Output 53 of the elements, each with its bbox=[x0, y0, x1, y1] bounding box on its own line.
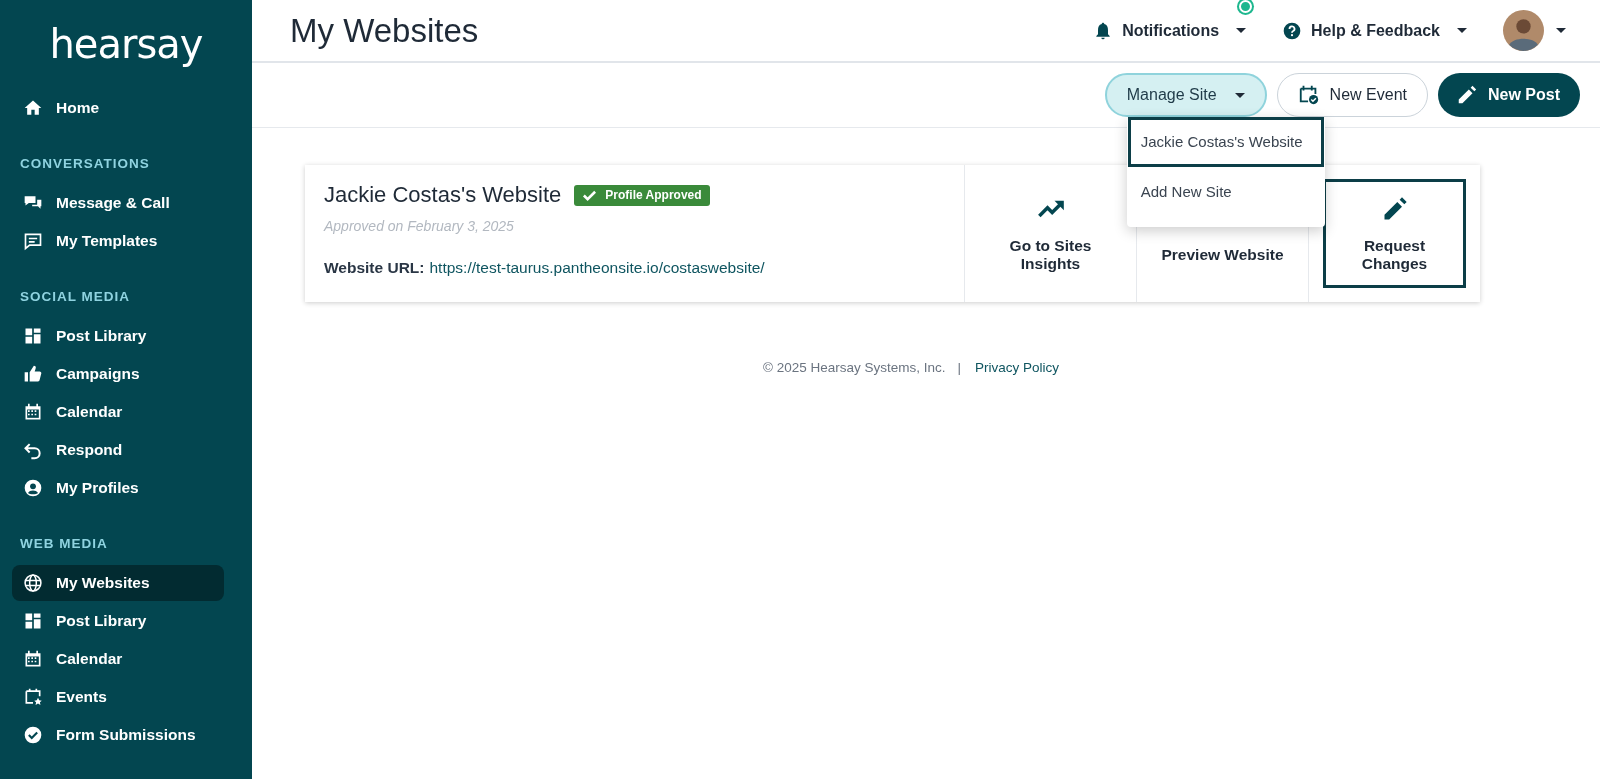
website-name: Jackie Costas's Website bbox=[324, 182, 562, 208]
help-icon bbox=[1282, 20, 1303, 41]
globe-icon bbox=[23, 573, 43, 593]
section-heading: WEB MEDIA bbox=[20, 536, 109, 551]
sidebar-item[interactable]: Home bbox=[12, 90, 224, 126]
calendar-check-icon bbox=[1297, 84, 1320, 106]
calendar-icon bbox=[23, 649, 43, 669]
sidebar-item[interactable]: Post Library bbox=[12, 603, 224, 639]
sidebar-item[interactable]: My Profiles bbox=[12, 470, 224, 506]
website-url-link[interactable]: https://test-taurus.pantheonsite.io/costaswebsite/ bbox=[429, 259, 765, 277]
thumb-icon bbox=[23, 364, 43, 384]
caret-icon bbox=[1457, 28, 1467, 33]
help-menu[interactable]: Help & Feedback bbox=[1282, 20, 1467, 41]
notifications-menu[interactable]: Notifications bbox=[1093, 20, 1247, 41]
pencil-icon bbox=[1456, 84, 1478, 106]
sidebar-item[interactable]: My Websites bbox=[12, 565, 224, 601]
caret-icon bbox=[1236, 28, 1247, 33]
footer-separator: | bbox=[957, 360, 961, 375]
approval-date: Approved on February 3, 2025 bbox=[324, 218, 515, 234]
home-icon bbox=[23, 98, 43, 118]
action-button[interactable]: Request Changes bbox=[1323, 179, 1466, 288]
copyright-text: © 2025 Hearsay Systems, Inc. bbox=[762, 360, 946, 375]
sidebar-item[interactable]: Events bbox=[12, 679, 224, 715]
caret-icon bbox=[1234, 92, 1245, 98]
menu-item[interactable]: Jackie Costas's Website bbox=[1127, 117, 1324, 167]
hearsay-logo: hearsay bbox=[48, 20, 204, 68]
check-icon bbox=[23, 725, 43, 745]
caret-icon bbox=[1556, 28, 1566, 33]
sidebar-item[interactable]: Calendar bbox=[12, 394, 224, 430]
avatar-icon bbox=[1503, 10, 1544, 51]
sidebar-item[interactable]: Respond bbox=[12, 432, 224, 468]
sidebar-item[interactable]: Campaigns bbox=[12, 356, 224, 392]
url-label: Website URL: bbox=[324, 259, 425, 277]
sidebar-item[interactable]: Post Library bbox=[12, 318, 224, 354]
person-icon bbox=[23, 478, 43, 498]
grid-icon bbox=[23, 611, 43, 631]
badge-label: Profile Approved bbox=[605, 188, 702, 202]
section-heading: CONVERSATIONS bbox=[20, 156, 151, 171]
sidebar-item[interactable]: Message & Call bbox=[12, 185, 224, 221]
event-icon bbox=[23, 687, 43, 707]
grid-icon bbox=[23, 326, 43, 346]
template-icon bbox=[23, 231, 43, 251]
new-post-button[interactable]: New Post bbox=[1438, 73, 1580, 117]
sidebar-item[interactable]: My Templates bbox=[12, 223, 224, 259]
section-heading: SOCIAL MEDIA bbox=[20, 289, 131, 304]
page-title: My Websites bbox=[290, 11, 479, 50]
sidebar-item[interactable]: Form Submissions bbox=[12, 717, 224, 753]
new-event-button[interactable]: New Event bbox=[1276, 73, 1428, 117]
privacy-policy-link[interactable]: Privacy Policy bbox=[975, 360, 1060, 375]
sidebar-item[interactable]: Calendar bbox=[12, 641, 224, 677]
account-menu[interactable] bbox=[1503, 10, 1566, 51]
calendar-icon bbox=[23, 402, 43, 422]
manage-site-button[interactable]: Manage Site bbox=[1104, 73, 1267, 117]
